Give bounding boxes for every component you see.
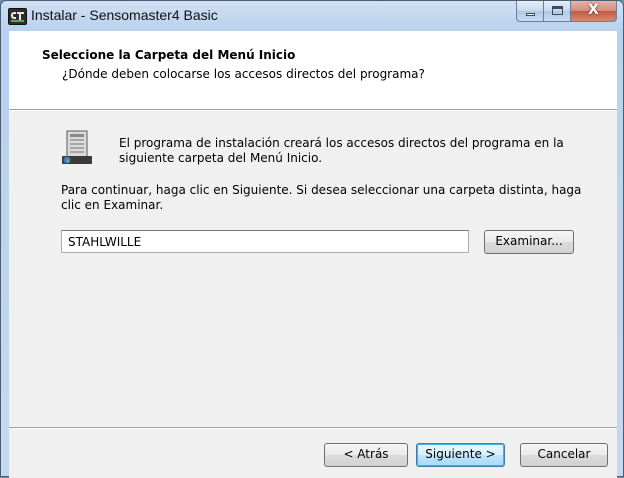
minimize-button[interactable]	[516, 1, 543, 22]
cancel-button[interactable]: Cancelar	[520, 443, 608, 467]
maximize-icon	[552, 6, 563, 15]
instruction-text: Para continuar, haga clic en Siguiente. …	[61, 183, 582, 212]
minimize-icon	[526, 13, 535, 16]
info-text: El programa de instalación creará los ac…	[119, 136, 564, 165]
close-icon: X	[588, 2, 599, 18]
start-menu-folder-icon	[62, 130, 92, 164]
installer-window: Instalar - Sensomaster4 Basic X Seleccio…	[0, 0, 624, 478]
window-title: Instalar - Sensomaster4 Basic	[31, 7, 218, 23]
browse-button[interactable]: Examinar...	[484, 230, 574, 254]
next-button[interactable]: Siguiente >	[416, 443, 505, 467]
wizard-header: Seleccione la Carpeta del Menú Inicio ¿D…	[9, 31, 617, 110]
wizard-client-area: Seleccione la Carpeta del Menú Inicio ¿D…	[9, 31, 617, 478]
page-title: Seleccione la Carpeta del Menú Inicio	[42, 48, 296, 62]
start-menu-folder-input[interactable]	[61, 230, 469, 253]
back-button[interactable]: < Atrás	[324, 443, 408, 467]
title-bar[interactable]: Instalar - Sensomaster4 Basic X	[1, 1, 623, 31]
app-icon	[8, 8, 27, 25]
close-button[interactable]: X	[570, 1, 617, 22]
header-divider	[9, 110, 617, 111]
footer-divider-highlight	[9, 428, 617, 429]
caption-buttons: X	[516, 1, 617, 22]
maximize-button[interactable]	[543, 1, 570, 22]
page-subtitle: ¿Dónde deben colocarse los accesos direc…	[62, 67, 425, 81]
